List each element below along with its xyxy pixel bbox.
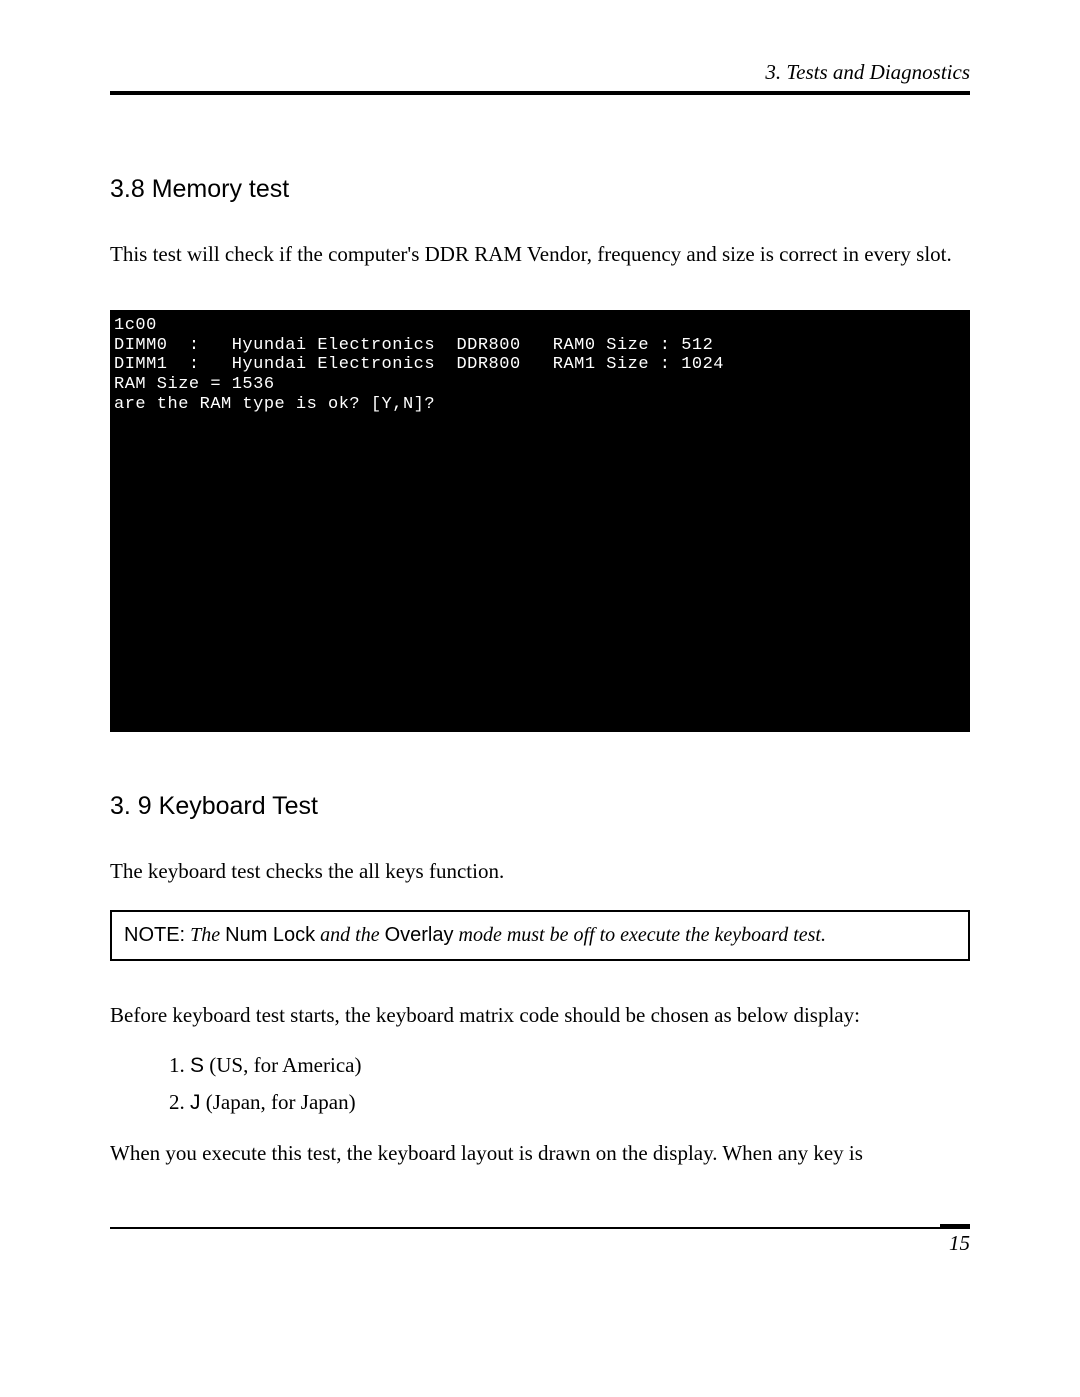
keyboard-intro-paragraph: The keyboard test checks the all keys fu… [110, 857, 970, 885]
note-key-2: Overlay [385, 924, 454, 946]
kb-before-paragraph: Before keyboard test starts, the keyboar… [110, 1001, 970, 1029]
document-page: 3. Tests and Diagnostics 3.8 Memory test… [0, 0, 1080, 1296]
note-text-1: The [190, 924, 225, 946]
note-key-1: Num Lock [225, 924, 315, 946]
note-box: NOTE: The Num Lock and the Overlay mode … [110, 910, 970, 961]
note-label: NOTE: [124, 924, 185, 946]
note-text-2: and the [315, 924, 384, 946]
section-heading-keyboard: 3. 9 Keyboard Test [110, 792, 970, 821]
terminal-screenshot: 1c00 DIMM0 : Hyundai Electronics DDR800 … [110, 310, 970, 732]
option-key-1: S [190, 1054, 204, 1077]
list-item: S (US, for America) [190, 1053, 970, 1078]
section-heading-memory: 3.8 Memory test [110, 175, 970, 204]
note-text-3: mode must be off to execute the keyboard… [454, 924, 826, 946]
list-item: J (Japan, for Japan) [190, 1090, 970, 1115]
page-footer: 15 [110, 1227, 970, 1256]
running-header: 3. Tests and Diagnostics [110, 60, 970, 95]
option-rest-2: (Japan, for Japan) [201, 1090, 356, 1114]
option-key-2: J [190, 1091, 201, 1114]
memory-intro-paragraph: This test will check if the computer's D… [110, 240, 970, 268]
keyboard-options-list: S (US, for America) J (Japan, for Japan) [190, 1053, 970, 1115]
page-number: 15 [949, 1231, 970, 1255]
option-rest-1: (US, for America) [204, 1053, 361, 1077]
kb-after-paragraph: When you execute this test, the keyboard… [110, 1139, 970, 1167]
